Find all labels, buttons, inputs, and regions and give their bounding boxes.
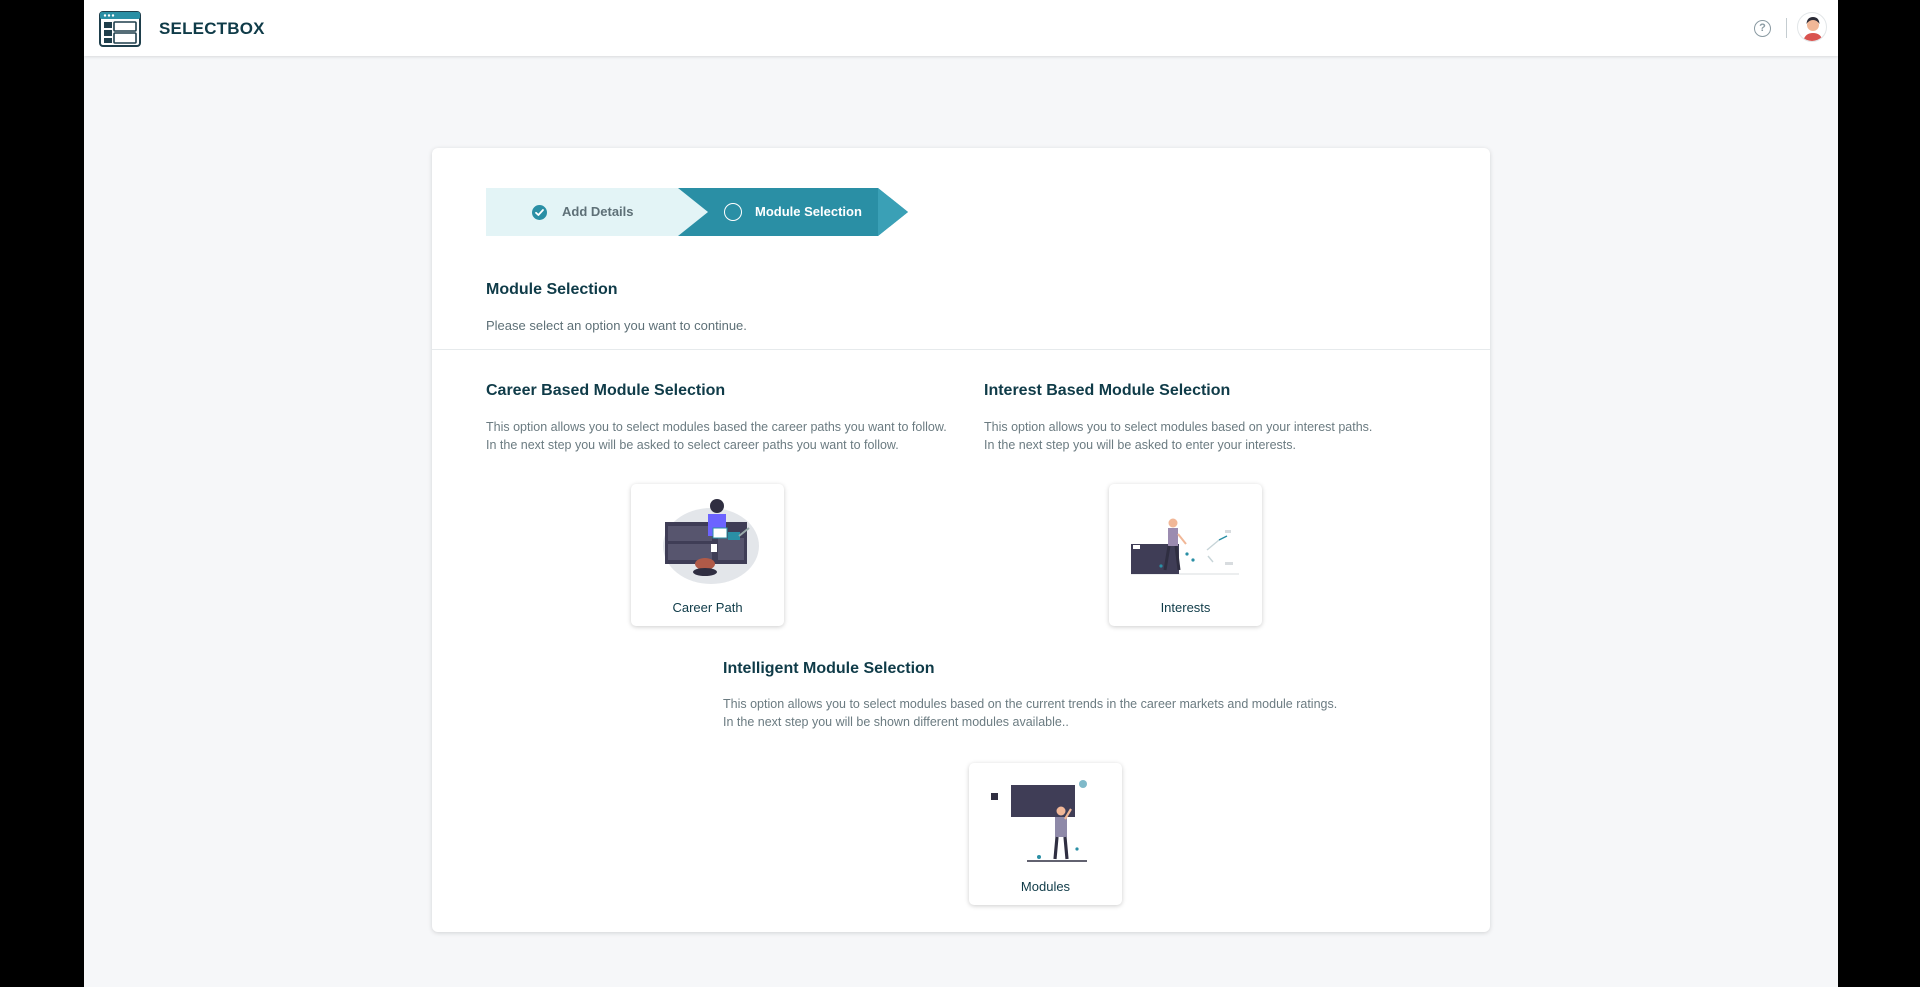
intelligent-option-description: This option allows you to select modules… xyxy=(723,695,1337,731)
description-line: This option allows you to select modules… xyxy=(486,420,947,434)
selectbox-logo-icon[interactable] xyxy=(99,11,141,47)
module-selection-card: Add Details Module Selection Module Sele… xyxy=(432,148,1490,932)
tile-label: Modules xyxy=(1020,879,1071,894)
section-subtitle: Please select an option you want to cont… xyxy=(486,318,747,333)
step-label: Add Details xyxy=(562,204,634,219)
step-module-selection[interactable]: Module Selection xyxy=(678,188,908,236)
user-avatar-icon[interactable] xyxy=(1797,12,1827,42)
circle-icon xyxy=(724,203,742,221)
card-divider xyxy=(432,349,1490,350)
app-window: SELECTBOX ? Add Details Module Selection… xyxy=(84,0,1838,987)
interest-option-title: Interest Based Module Selection xyxy=(984,382,1231,399)
description-line: This option allows you to select modules… xyxy=(723,697,1338,711)
brand-name: SELECTBOX xyxy=(159,19,265,38)
tile-label: Interests xyxy=(1160,600,1211,615)
header-divider xyxy=(1786,18,1787,38)
career-path-tile[interactable]: Career Path xyxy=(631,484,784,626)
description-line: In the next step you will be shown diffe… xyxy=(723,715,1069,729)
top-header: SELECTBOX ? xyxy=(84,0,1838,56)
check-circle-icon xyxy=(532,205,547,220)
career-path-illustration-icon xyxy=(663,499,759,584)
description-line: This option allows you to select modules… xyxy=(984,420,1373,434)
description-line: In the next step you will be asked to en… xyxy=(984,438,1296,452)
modules-illustration-icon xyxy=(991,780,1087,862)
interests-tile[interactable]: Interests xyxy=(1109,484,1262,626)
intelligent-option-title: Intelligent Module Selection xyxy=(723,660,935,677)
interest-option-description: This option allows you to select modules… xyxy=(984,418,1372,454)
interests-illustration-icon xyxy=(1131,518,1239,575)
tile-label: Career Path xyxy=(672,600,743,615)
step-add-details[interactable]: Add Details xyxy=(486,188,678,236)
career-option-title: Career Based Module Selection xyxy=(486,382,726,399)
modules-tile[interactable]: Modules xyxy=(969,763,1122,905)
career-option-description: This option allows you to select modules… xyxy=(486,418,947,454)
step-label: Module Selection xyxy=(755,204,862,219)
help-icon[interactable]: ? xyxy=(1754,20,1771,37)
section-title: Module Selection xyxy=(486,281,618,298)
description-line: In the next step you will be asked to se… xyxy=(486,438,899,452)
